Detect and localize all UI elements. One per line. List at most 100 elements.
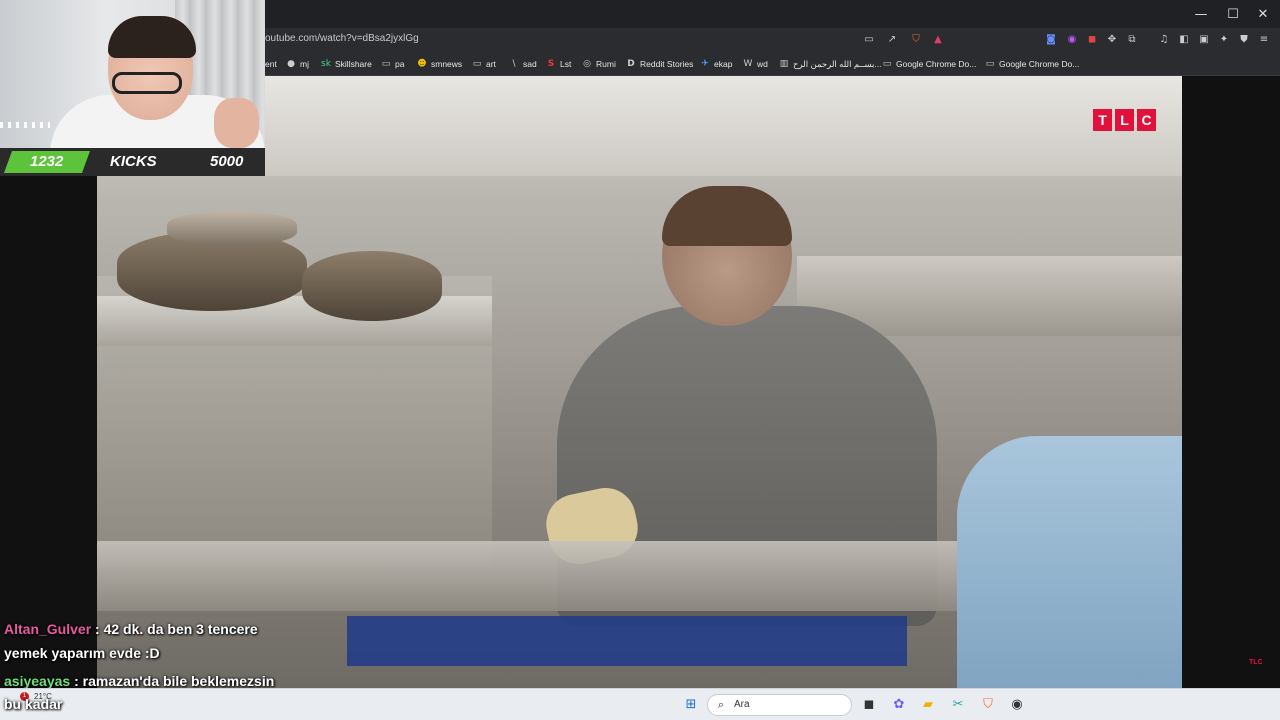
tlc-logo: T L C	[1093, 109, 1156, 131]
bookmark-item[interactable]: ☻ smnews	[417, 57, 462, 71]
bookmark-label: pa	[395, 59, 405, 69]
kitchen-hood	[177, 76, 1182, 176]
streamer-hand	[214, 98, 259, 148]
goal-current: 1232	[30, 153, 64, 170]
tlc-small-logo: TLC	[1249, 659, 1263, 666]
bookmark-item[interactable]: ◎ Rumi	[582, 57, 616, 71]
bookmark-label: Rumi	[596, 59, 616, 69]
tlc-letter: L	[1115, 109, 1134, 131]
kicks-goal-bar: 1232 KICKS 5000	[0, 148, 265, 176]
cast-icon[interactable]: ▭	[863, 34, 875, 46]
bookmark-label: Skillshare	[335, 59, 372, 69]
bookmark-item[interactable]: ▭ pa	[381, 57, 405, 71]
bookmark-label: sad	[523, 59, 537, 69]
windows-taskbar: 1 21°C ⊞ ⌕ Ara ◼ ✿ ▰ ✂ ⛉ ◉	[0, 688, 1280, 720]
bookmark-item[interactable]: Wwd	[743, 57, 768, 71]
minimize-button[interactable]: —	[1184, 0, 1218, 28]
folder-icon: ▭	[882, 59, 892, 69]
bookmark-label: ekap	[714, 59, 733, 69]
smile-icon: ☻	[417, 59, 427, 69]
bookmark-item[interactable]: D Reddit Stories	[626, 57, 693, 71]
close-button[interactable]: ✕	[1246, 0, 1280, 28]
bookmark-item[interactable]: ▥ بســم الله الرحمن الرح...	[779, 57, 882, 71]
brave-shield-icon[interactable]: ⛉	[910, 34, 922, 46]
obs-icon[interactable]: ◉	[1009, 697, 1025, 713]
d-logo-icon: D	[627, 59, 635, 69]
file-explorer-icon[interactable]: ▰	[920, 697, 936, 713]
page-icon: ▥	[779, 59, 789, 69]
start-icon[interactable]: ⊞	[683, 697, 699, 713]
extensions-puzzle-icon[interactable]: ✥	[1106, 34, 1118, 46]
folder-icon: ▭	[381, 59, 391, 69]
globe-icon: ◎	[583, 59, 591, 69]
bookmark-item[interactable]: ● mj	[286, 57, 309, 71]
extension-robot-icon[interactable]: ◙	[1045, 34, 1057, 46]
bookmark-item[interactable]: ▭ Google Chrome Do...	[882, 57, 977, 71]
chat-text: : 42 dk. da ben 3 tencere	[95, 621, 258, 637]
chat-message: Altan_Gulver : 42 dk. da ben 3 tencere	[4, 621, 258, 637]
media-control-icon[interactable]: ♫	[1158, 34, 1170, 46]
bookmark-item[interactable]: ▭ Google Chrome Do...	[985, 57, 1080, 71]
streamer-glasses	[112, 72, 182, 94]
string-lights	[0, 122, 50, 128]
chat-message: bu kadar	[4, 696, 62, 712]
screenshot-icon[interactable]: ⧉	[1126, 34, 1138, 46]
url-text[interactable]: outube.com/watch?v=dBsa2jyxlGg	[265, 33, 419, 44]
blue-band	[347, 616, 907, 666]
bookmark-item[interactable]: sk Skillshare	[321, 57, 372, 71]
bookmark-label: ent	[265, 59, 277, 69]
bookmark-item[interactable]: ▭ art	[472, 57, 496, 71]
webcam-overlay	[0, 0, 265, 148]
folder-icon: ▭	[985, 59, 995, 69]
folder-icon: ▭	[472, 59, 482, 69]
slash-icon: \	[512, 59, 516, 69]
chat-username: Altan_Gulver	[4, 621, 92, 637]
w-logo-icon: W	[743, 59, 753, 69]
github-icon: ●	[287, 59, 295, 69]
tlc-letter: C	[1137, 109, 1156, 131]
chef-cap	[662, 186, 792, 246]
brave-rewards-icon[interactable]: ▲	[932, 34, 944, 46]
goal-target: 5000	[210, 153, 244, 170]
extension-tr-icon[interactable]: ◉	[1066, 34, 1078, 46]
extension-red-icon[interactable]: ◼	[1086, 34, 1098, 46]
vpn-shield-icon[interactable]: ⛊	[1238, 34, 1250, 46]
s-logo-icon: S	[547, 59, 555, 69]
pan	[167, 211, 297, 246]
chat-username: asiyeayas	[4, 673, 71, 689]
leo-ai-icon[interactable]: ✦	[1218, 34, 1230, 46]
bookmark-label: wd	[757, 59, 768, 69]
bookmark-label: mj	[300, 59, 309, 69]
bookmark-label: Lst	[560, 59, 572, 69]
bookmark-label: Reddit Stories	[640, 59, 694, 69]
tlc-letter: T	[1093, 109, 1112, 131]
bookmark-label: art	[486, 59, 496, 69]
bird-icon: ✈	[701, 59, 709, 69]
brave-browser-icon[interactable]: ⛉	[980, 697, 996, 713]
bookmark-item[interactable]: ent	[265, 57, 277, 71]
task-view-icon[interactable]: ◼	[861, 697, 877, 713]
menu-icon[interactable]: ≡	[1258, 34, 1270, 46]
bookmark-label: Google Chrome Do...	[896, 59, 977, 69]
bookmark-item[interactable]: S Lst	[546, 57, 572, 71]
search-placeholder: Ara	[734, 699, 750, 710]
chat-message: yemek yaparım evde :D	[4, 645, 160, 661]
bookmark-label: Google Chrome Do...	[999, 59, 1080, 69]
foreground-person	[957, 436, 1182, 688]
goal-label: KICKS	[110, 153, 157, 170]
chat-message: asiyeayas : ramazan'da bile beklemezsin	[4, 673, 274, 689]
share-icon[interactable]: ↗	[886, 34, 898, 46]
pan-stack	[302, 251, 442, 321]
bookmark-item[interactable]: ✈ ekap	[700, 57, 732, 71]
sidebar-icon[interactable]: ◧	[1178, 34, 1190, 46]
copilot-icon[interactable]: ✿	[891, 697, 907, 713]
snipping-tool-icon[interactable]: ✂	[950, 697, 966, 713]
skillshare-icon: sk	[321, 59, 331, 69]
wallet-icon[interactable]: ▣	[1198, 34, 1210, 46]
chat-text: bu kadar	[4, 696, 63, 712]
maximize-button[interactable]: ☐	[1216, 0, 1250, 28]
chat-text: : ramazan'da bile beklemezsin	[74, 673, 275, 689]
bookmark-label: smnews	[431, 59, 463, 69]
bookmark-item[interactable]: \ sad	[509, 57, 537, 71]
taskbar-search[interactable]: ⌕ Ara	[707, 694, 852, 716]
